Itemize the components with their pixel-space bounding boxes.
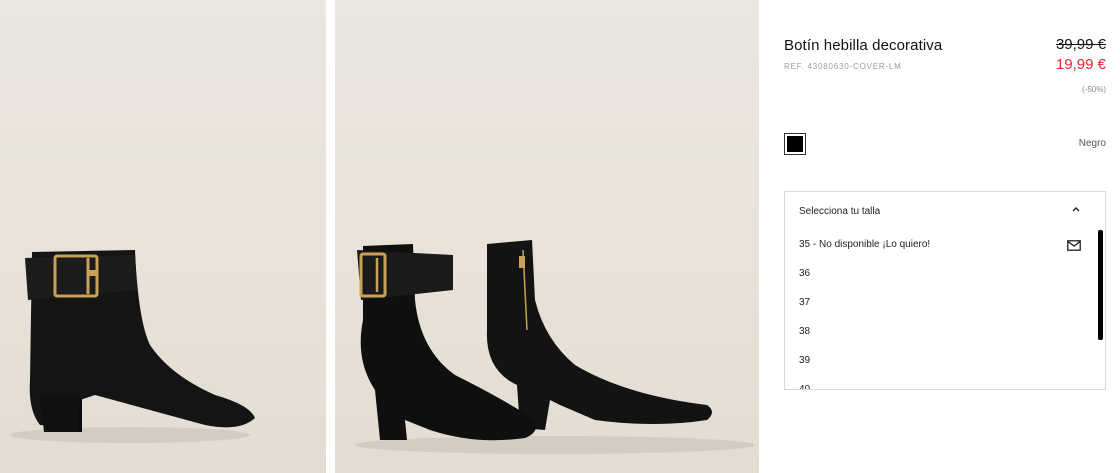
size-option-label: 40: [799, 384, 811, 390]
size-options-list: 35 - No disponible ¡Lo quiero! 36 37 38 …: [785, 237, 1105, 390]
product-reference: REF. 43080630-COVER-LM: [784, 62, 902, 71]
original-price: 39,99 €: [1055, 36, 1106, 53]
size-option-38[interactable]: 38: [785, 324, 1105, 353]
size-list-scrollbar[interactable]: [1098, 230, 1103, 340]
boot-pair-illustration: [355, 240, 755, 454]
product-title: Botín hebilla decorativa: [784, 37, 943, 54]
selected-color-name: Negro: [1078, 138, 1106, 149]
sale-price: 19,99 €: [1055, 56, 1106, 73]
size-selector-dropdown[interactable]: Selecciona tu talla 35 - No disponible ¡…: [784, 191, 1106, 390]
size-selector-label[interactable]: Selecciona tu talla: [799, 206, 880, 217]
color-swatch-fill: [787, 136, 803, 152]
chevron-up-icon[interactable]: [1071, 204, 1081, 214]
size-option-40[interactable]: 40: [785, 382, 1105, 390]
color-swatch-black[interactable]: [784, 133, 806, 155]
size-option-label: 38: [799, 326, 811, 337]
size-option-35[interactable]: 35 - No disponible ¡Lo quiero!: [785, 237, 1105, 266]
size-option-label: 36: [799, 268, 811, 279]
size-option-37[interactable]: 37: [785, 295, 1105, 324]
product-info-panel: Botín hebilla decorativa REF. 43080630-C…: [784, 0, 1106, 473]
size-option-39[interactable]: 39: [785, 353, 1105, 382]
size-option-label: 35 - No disponible ¡Lo quiero!: [799, 239, 931, 250]
product-image-2[interactable]: [335, 0, 759, 473]
mail-icon[interactable]: [1067, 240, 1081, 251]
boot-illustration-side: [10, 250, 256, 443]
size-option-36[interactable]: 36: [785, 266, 1105, 295]
size-option-label: 39: [799, 355, 811, 366]
discount-badge: (-50%): [1081, 85, 1106, 94]
product-image-1[interactable]: [0, 0, 326, 473]
size-option-label: 37: [799, 297, 811, 308]
